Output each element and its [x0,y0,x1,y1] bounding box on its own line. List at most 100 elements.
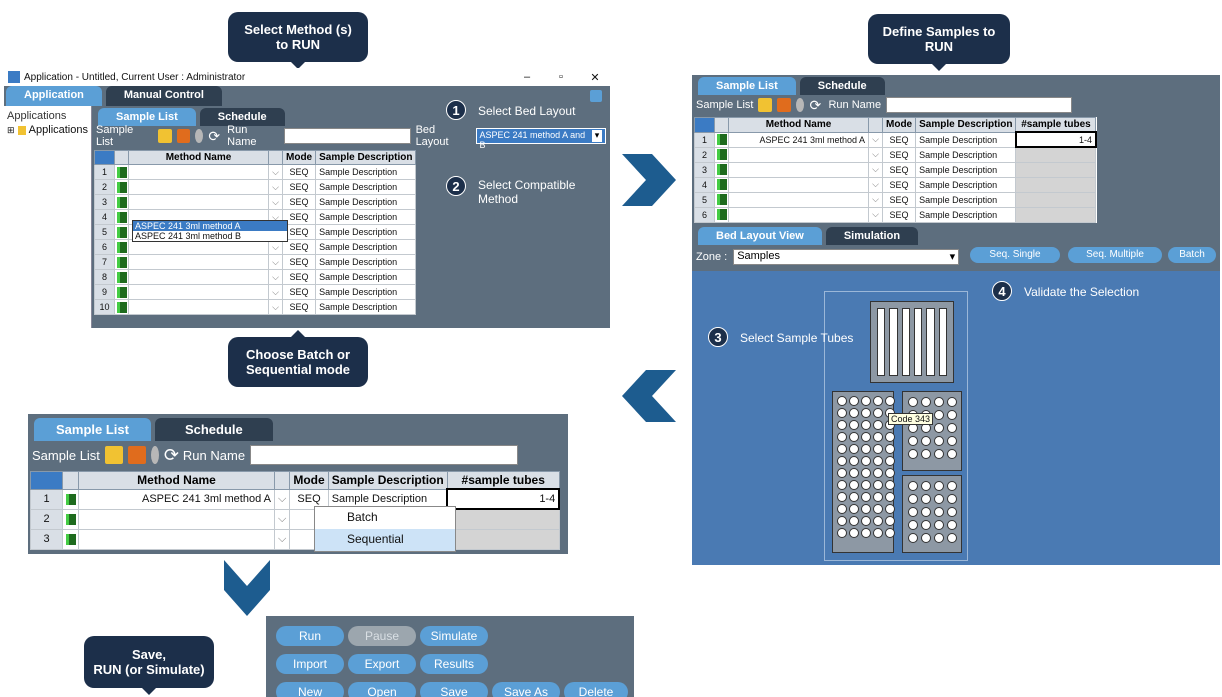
mode-cell[interactable]: SEQ [281,164,317,180]
sample-tube-well[interactable] [873,420,883,430]
sample-tube-well[interactable] [908,520,918,530]
sample-tube-well[interactable] [849,432,859,442]
refresh-icon[interactable]: ⟳ [809,98,823,112]
run-row-icon[interactable] [114,179,129,195]
description-cell[interactable]: Sample Description [915,176,1017,193]
table-row[interactable]: 3 ⌵ SEQ Sample Description [694,161,1097,178]
sample-tube-well[interactable] [849,396,859,406]
description-cell[interactable]: Sample Description [315,164,417,180]
sample-tube-well[interactable] [885,480,895,490]
sample-tube-well[interactable] [837,420,847,430]
description-cell[interactable]: Sample Description [315,284,417,300]
sample-tube-well[interactable] [921,481,931,491]
mode-cell[interactable]: SEQ [881,161,917,178]
sample-tube-well[interactable] [908,481,918,491]
sample-tube-well[interactable] [837,480,847,490]
rack-tube[interactable] [938,308,947,376]
mode-cell[interactable]: SEQ [281,194,317,210]
bed-layout-select[interactable]: ASPEC 241 method A and B ▾ [475,128,607,150]
export-icon[interactable] [777,98,792,112]
mode-cell[interactable]: SEQ [881,206,917,223]
mode-cell[interactable]: SEQ [881,131,917,148]
tubes-cell[interactable] [1015,206,1097,223]
sample-tube-well[interactable] [947,410,957,420]
sample-tube-well[interactable] [837,396,847,406]
minimize-button[interactable]: – [512,71,542,83]
import-icon[interactable] [758,98,773,112]
sample-tube-well[interactable] [861,492,871,502]
sample-tube-well[interactable] [873,456,883,466]
method-cell[interactable] [728,206,869,223]
tubes-cell[interactable] [1015,161,1097,178]
sample-tube-well[interactable] [837,468,847,478]
description-cell[interactable]: Sample Description [915,206,1017,223]
method-cell[interactable] [728,191,869,208]
open-button[interactable]: Open [348,682,416,697]
chevron-down-icon[interactable]: ⌵ [268,269,283,285]
sample-tube-well[interactable] [885,396,895,406]
run-row-icon[interactable] [714,206,729,223]
table-row[interactable]: 8 ⌵ SEQ Sample Description [94,269,417,285]
chevron-down-icon[interactable]: ⌵ [868,176,883,193]
sample-tube-well[interactable] [861,528,871,538]
sample-tube-well[interactable] [849,456,859,466]
method-cell[interactable] [728,146,869,163]
sample-tube-well[interactable] [934,449,944,459]
chevron-down-icon[interactable]: ⌵ [868,161,883,178]
sample-tube-well[interactable] [861,396,871,406]
description-cell[interactable]: Sample Description [315,224,417,240]
description-cell[interactable]: Sample Description [915,161,1017,178]
run-row-icon[interactable] [714,146,729,163]
tab-application[interactable]: Application [6,86,102,106]
run-row-icon[interactable] [62,488,79,510]
sample-tube-well[interactable] [921,397,931,407]
rack-tube[interactable] [913,308,923,376]
run-name-input[interactable] [886,97,1073,113]
sample-tube-well[interactable] [873,504,883,514]
maximize-button[interactable]: ▫ [546,71,576,83]
sample-tube-well[interactable] [885,432,895,442]
tab-schedule[interactable]: Schedule [799,77,885,95]
save-as-button[interactable]: Save As [492,682,560,697]
import-icon[interactable] [157,129,172,143]
method-cell[interactable]: ASPEC 241 3ml method A [728,131,869,148]
description-cell[interactable]: Sample Description [315,179,417,195]
sample-tube-well[interactable] [921,507,931,517]
sample-tube-well[interactable] [908,449,918,459]
import-icon[interactable] [104,446,123,464]
run-row-icon[interactable] [114,224,129,240]
sample-tube-well[interactable] [908,494,918,504]
tubes-cell[interactable]: 1-4 [446,488,561,510]
run-row-icon[interactable] [714,191,729,208]
sample-tube-well[interactable] [873,516,883,526]
sample-tube-well[interactable] [861,420,871,430]
run-row-icon[interactable] [114,269,129,285]
sample-tube-well[interactable] [921,436,931,446]
sample-tube-well[interactable] [861,444,871,454]
sample-tube-well[interactable] [908,436,918,446]
run-name-input[interactable] [250,445,519,465]
sample-tube-well[interactable] [861,432,871,442]
sample-tube-well[interactable] [849,528,859,538]
sample-tube-well[interactable] [849,492,859,502]
method-cell[interactable] [128,299,269,315]
sample-tube-well[interactable] [873,492,883,502]
export-icon[interactable] [127,446,146,464]
tubes-cell[interactable] [1015,146,1097,163]
sample-tube-well[interactable] [837,492,847,502]
mode-cell[interactable]: SEQ [281,299,317,315]
chevron-down-icon[interactable]: ⌵ [868,206,883,223]
mode-cell[interactable]: SEQ [281,179,317,195]
rack-tube[interactable] [877,308,886,376]
chevron-down-icon[interactable]: ⌵ [268,179,283,195]
mode-cell[interactable]: SEQ [881,191,917,208]
sample-tube-well[interactable] [947,449,957,459]
sample-tube-well[interactable] [908,397,918,407]
run-button[interactable]: Run [276,626,344,646]
table-row[interactable]: 3 ⌵ [30,528,560,550]
run-row-icon[interactable] [114,164,129,180]
expand-icon[interactable]: ⊞ [7,125,15,136]
sample-tube-well[interactable] [885,444,895,454]
sample-tube-well[interactable] [947,481,957,491]
table-row[interactable]: 5 ⌵SEQSample Description [694,191,1097,208]
